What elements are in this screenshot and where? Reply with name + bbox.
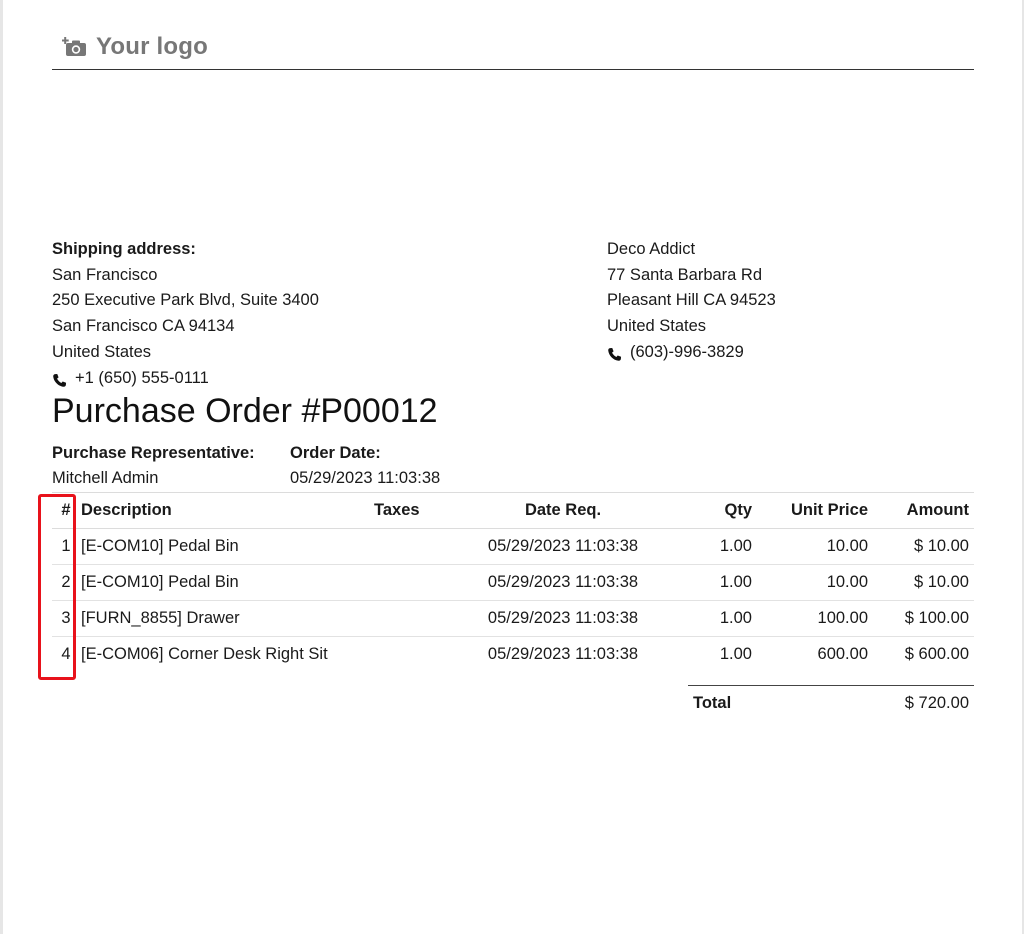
shipping-line: San Francisco <box>52 265 158 284</box>
shipping-line: United States <box>52 342 152 361</box>
row-taxes <box>374 565 454 601</box>
row-date-req: 05/29/2023 11:03:38 <box>487 645 639 663</box>
row-unit-price: 600.00 <box>817 645 868 663</box>
vendor-phone: (603)-996-3829 <box>607 340 776 366</box>
logo-text: Your logo <box>96 33 209 60</box>
order-date: Order Date: 05/29/2023 11:03:38 <box>290 441 440 491</box>
table-row: 4 [E-COM06] Corner Desk Right Sit 05/29/… <box>52 637 974 673</box>
vendor-line: 77 Santa Barbara Rd <box>607 265 763 284</box>
table-row: 2 [E-COM10] Pedal Bin 05/29/2023 11:03:3… <box>52 565 974 601</box>
phone-icon <box>607 345 622 361</box>
column-header-taxes: Taxes <box>374 501 420 519</box>
header-divider <box>52 69 974 70</box>
vendor-line: United States <box>607 317 707 336</box>
row-taxes <box>374 637 454 673</box>
table-header-row: # Description Taxes Date Req. Qty Unit P… <box>52 492 974 529</box>
order-date-value: 05/29/2023 11:03:38 <box>290 469 441 487</box>
phone-icon <box>52 371 67 387</box>
shipping-address-label: Shipping address: <box>52 240 196 258</box>
column-header-qty: Qty <box>724 501 752 519</box>
table-row: 3 [FURN_8855] Drawer 05/29/2023 11:03:38… <box>52 601 974 637</box>
purchase-representative-label: Purchase Representative: <box>52 444 255 462</box>
vendor-line: Deco Addict <box>607 240 696 258</box>
vendor-phone-text: (603)-996-3829 <box>630 342 744 361</box>
shipping-phone: +1 (650) 555-0111 <box>52 366 319 392</box>
row-unit-price: 100.00 <box>817 609 868 627</box>
row-amount: $ 10.00 <box>913 573 969 591</box>
column-header-description: Description <box>81 501 172 519</box>
total-row: Total $ 720.00 <box>688 690 974 716</box>
total-value: $ 720.00 <box>904 694 969 712</box>
column-header-amount: Amount <box>906 501 969 519</box>
row-unit-price: 10.00 <box>826 537 868 555</box>
row-taxes <box>374 601 454 637</box>
row-qty: 1.00 <box>719 609 752 627</box>
row-date-req: 05/29/2023 11:03:38 <box>487 609 639 627</box>
totals-divider <box>688 685 974 686</box>
row-description: [E-COM06] Corner Desk Right Sit <box>81 645 328 663</box>
row-amount: $ 10.00 <box>913 537 969 555</box>
row-date-req: 05/29/2023 11:03:38 <box>487 537 639 555</box>
row-description: [E-COM10] Pedal Bin <box>81 537 239 555</box>
row-date-req: 05/29/2023 11:03:38 <box>487 573 639 591</box>
shipping-line: 250 Executive Park Blvd, Suite 3400 <box>52 291 319 310</box>
row-qty: 1.00 <box>719 645 752 663</box>
shipping-line: San Francisco CA 94134 <box>52 317 235 336</box>
table-row: 1 [E-COM10] Pedal Bin 05/29/2023 11:03:3… <box>52 529 974 565</box>
shipping-address: Shipping address: San Francisco 250 Exec… <box>52 237 319 391</box>
row-qty: 1.00 <box>719 537 752 555</box>
camera-plus-icon <box>61 36 88 58</box>
row-description: [FURN_8855] Drawer <box>81 609 240 627</box>
number-column-highlight <box>38 494 76 680</box>
page-title: Purchase Order #P00012 <box>52 392 438 430</box>
purchase-representative: Purchase Representative: Mitchell Admin <box>52 441 255 491</box>
row-description: [E-COM10] Pedal Bin <box>81 573 239 591</box>
total-label: Total <box>693 694 732 712</box>
logo[interactable]: Your logo <box>61 30 209 64</box>
order-lines-table: # Description Taxes Date Req. Qty Unit P… <box>52 492 974 672</box>
row-qty: 1.00 <box>719 573 752 591</box>
purchase-representative-value: Mitchell Admin <box>52 469 159 487</box>
row-amount: $ 100.00 <box>904 609 969 627</box>
row-unit-price: 10.00 <box>826 573 868 591</box>
order-date-label: Order Date: <box>290 444 381 462</box>
left-page-edge <box>0 0 3 934</box>
column-header-unit-price: Unit Price <box>790 501 868 519</box>
column-header-date-req: Date Req. <box>524 501 602 519</box>
row-taxes <box>374 529 454 565</box>
row-amount: $ 600.00 <box>904 645 969 663</box>
vendor-line: Pleasant Hill CA 94523 <box>607 291 776 310</box>
shipping-phone-text: +1 (650) 555-0111 <box>75 368 209 387</box>
vendor-address: Deco Addict 77 Santa Barbara Rd Pleasant… <box>607 237 776 366</box>
